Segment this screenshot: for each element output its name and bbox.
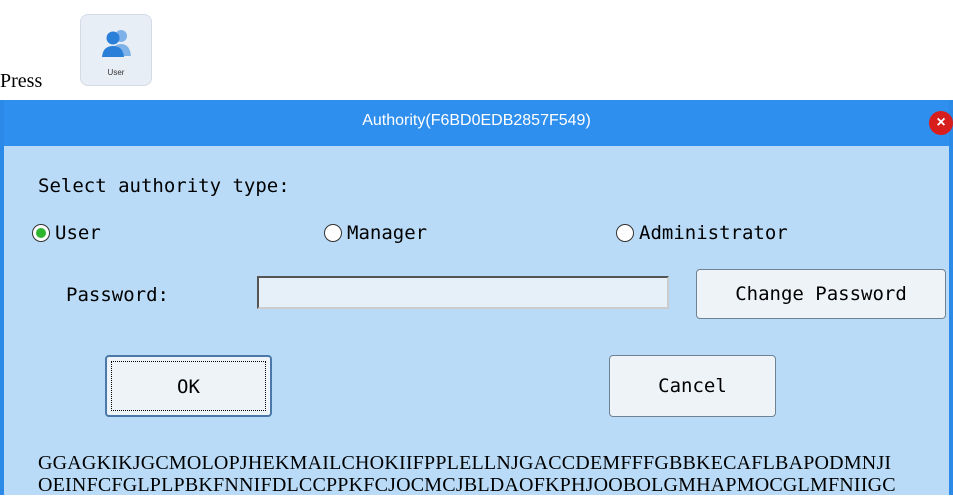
dialog-titlebar[interactable]: Authority(F6BD0EDB2857F549) × bbox=[4, 100, 953, 146]
instruction-text: Press bbox=[0, 70, 43, 92]
radio-unselected-icon[interactable] bbox=[324, 224, 342, 242]
dialog-title: Authority(F6BD0EDB2857F549) bbox=[362, 112, 591, 129]
radio-selected-icon[interactable] bbox=[32, 224, 50, 242]
password-field[interactable] bbox=[257, 276, 669, 309]
code-line: GGAGKIKJGCMOLOPJHEKMAILCHOKIIFPPLELLNJGA… bbox=[38, 452, 892, 474]
radio-manager[interactable]: Manager bbox=[324, 222, 427, 244]
focus-rect bbox=[111, 361, 266, 411]
radio-administrator-label: Administrator bbox=[639, 222, 788, 244]
cancel-button[interactable]: Cancel bbox=[609, 355, 776, 417]
authority-dialog: Authority(F6BD0EDB2857F549) × Select aut… bbox=[0, 100, 953, 496]
close-icon[interactable]: × bbox=[929, 111, 953, 135]
code-line: OEINFCFGLPLPBKFNNIFDLCCPPKFCJOCMCJBLDAOF… bbox=[38, 474, 896, 496]
user-group-icon bbox=[102, 30, 131, 57]
radio-user-label: User bbox=[55, 222, 101, 244]
authority-code-text: GGAGKIKJGCMOLOPJHEKMAILCHOKIIFPPLELLNJGA… bbox=[38, 452, 896, 496]
radio-administrator[interactable]: Administrator bbox=[616, 222, 788, 244]
change-password-button[interactable]: Change Password bbox=[696, 269, 946, 319]
radio-user[interactable]: User bbox=[32, 222, 101, 244]
password-label: Password: bbox=[66, 284, 169, 306]
radio-manager-label: Manager bbox=[347, 222, 428, 244]
select-authority-label: Select authority type: bbox=[38, 175, 290, 197]
user-tile-label: User bbox=[107, 68, 125, 77]
radio-unselected-icon[interactable] bbox=[616, 224, 634, 242]
ok-button[interactable]: OK bbox=[105, 355, 272, 417]
user-tile-button[interactable]: User bbox=[80, 14, 152, 86]
